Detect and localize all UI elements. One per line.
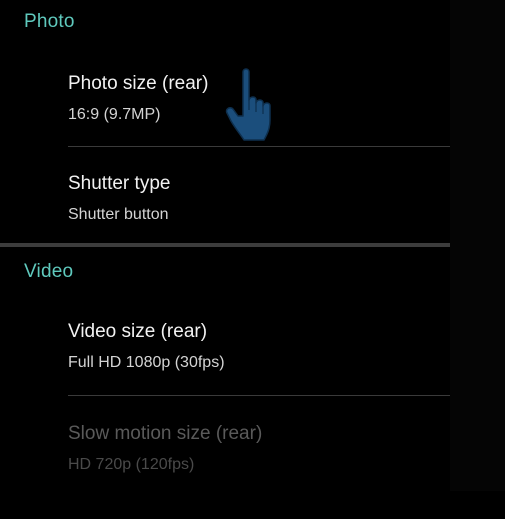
setting-title: Shutter type bbox=[68, 173, 171, 194]
screen-edge bbox=[450, 0, 505, 491]
setting-value: Full HD 1080p (30fps) bbox=[68, 354, 225, 371]
section-header-photo: Photo bbox=[24, 11, 75, 32]
section-divider bbox=[0, 243, 450, 247]
setting-video-size-rear[interactable]: Video size (rear) Full HD 1080p (30fps) bbox=[0, 321, 450, 417]
setting-value: HD 720p (120fps) bbox=[68, 456, 195, 473]
setting-value: Shutter button bbox=[68, 206, 169, 223]
setting-slow-motion-size-rear: Slow motion size (rear) HD 720p (120fps) bbox=[0, 423, 450, 519]
setting-title: Slow motion size (rear) bbox=[68, 423, 263, 444]
section-header-video: Video bbox=[24, 261, 74, 282]
hand-pointer-icon bbox=[225, 68, 271, 141]
setting-title: Photo size (rear) bbox=[68, 73, 209, 94]
setting-title: Video size (rear) bbox=[68, 321, 208, 342]
item-divider bbox=[68, 395, 450, 396]
setting-value: 16:9 (9.7MP) bbox=[68, 106, 161, 123]
setting-shutter-type[interactable]: Shutter type Shutter button bbox=[0, 173, 450, 269]
item-divider bbox=[68, 146, 450, 147]
